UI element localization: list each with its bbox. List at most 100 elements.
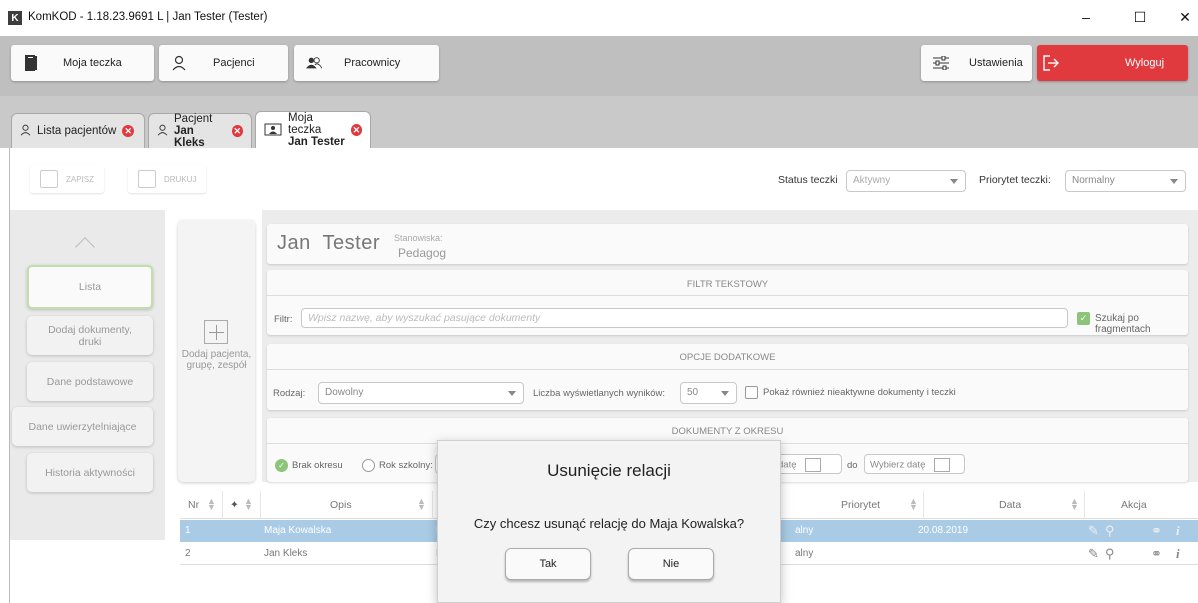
tab-lista-pacjentow[interactable]: Lista pacjentów ✕	[11, 113, 145, 148]
date-to-separator: do	[847, 460, 858, 471]
no-period-label: Brak okresu	[292, 460, 343, 471]
nav-moja-teczka-label: Moja teczka	[63, 57, 122, 69]
col-data[interactable]: Data	[999, 499, 1021, 511]
nav-ustawienia-label: Ustawienia	[969, 57, 1023, 69]
nav-ustawienia-button[interactable]: Ustawienia	[921, 45, 1032, 81]
tab-subtitle: Jan Tester	[288, 136, 345, 148]
cell-data: 20.08.2019	[918, 525, 969, 536]
school-year-label: Rok szkolny:	[379, 460, 433, 471]
tab-title: Moja teczka	[288, 112, 322, 136]
status-value: Aktywny	[853, 175, 891, 186]
sort-icon[interactable]: ▲ ▼	[1070, 497, 1079, 512]
sliders-icon	[933, 55, 949, 71]
people-icon	[306, 55, 322, 71]
type-select[interactable]: Dowolny	[318, 382, 524, 404]
print-label: DRUKUJ	[164, 174, 197, 184]
date-to-input[interactable]: Wybierz datę	[864, 454, 965, 474]
person-icon	[171, 55, 187, 71]
tab-close-icon[interactable]: ✕	[231, 125, 243, 137]
nav-pacjenci-button[interactable]: Pacjenci	[159, 45, 288, 81]
sidebar-item-dodaj-dokumenty[interactable]: Dodaj dokumenty, druki	[27, 316, 153, 355]
search-icon[interactable]: ⚲	[1105, 546, 1115, 562]
tab-close-icon[interactable]: ✕	[350, 124, 362, 136]
divider	[222, 491, 223, 519]
school-year-radio[interactable]	[362, 459, 375, 472]
plus-icon	[204, 320, 228, 344]
unlink-icon[interactable]: ⚭	[1151, 546, 1162, 562]
search-icon[interactable]: ⚲	[1105, 523, 1115, 539]
sidebar: Lista Dodaj dokumenty, druki Dane podsta…	[10, 210, 165, 540]
sort-icon[interactable]: ▲ ▼	[417, 497, 426, 512]
cell-nr: 2	[185, 548, 191, 559]
pin-icon[interactable]: ✦	[230, 499, 239, 511]
inactive-checkbox[interactable]	[745, 386, 758, 399]
dialog-title: Usunięcie relacji	[547, 461, 671, 480]
nav-moja-teczka-button[interactable]: Moja teczka	[11, 45, 154, 81]
sidebar-item-dane-uwierzytelniajace[interactable]: Dane uwierzytelniające	[12, 407, 153, 446]
filter-section-title: FILTR TEKSTOWY	[686, 279, 769, 290]
minimize-button[interactable]: –	[1071, 6, 1101, 28]
tab-close-icon[interactable]: ✕	[122, 125, 135, 137]
edit-icon[interactable]: ✎	[1088, 546, 1099, 562]
date-to-text: Wybierz datę	[870, 459, 926, 471]
date-from-input[interactable]: datę	[772, 454, 842, 474]
chevron-down-icon	[1170, 179, 1178, 184]
nav-pracownicy-button[interactable]: Pracownicy	[294, 45, 439, 81]
print-button[interactable]: DRUKUJ	[128, 165, 207, 193]
results-label: Liczba wyświetlanych wyników:	[533, 388, 665, 399]
col-opis[interactable]: Opis	[330, 499, 352, 511]
add-relation-button[interactable]: Dodaj pacjenta, grupę, zespół	[178, 220, 255, 482]
nav-pacjenci-label: Pacjenci	[213, 57, 255, 69]
chevron-down-icon	[721, 391, 729, 396]
results-select[interactable]: 50	[680, 382, 737, 404]
person-first-name: Jan	[277, 232, 311, 254]
period-section-title: DOKUMENTY Z OKRESU	[671, 426, 784, 437]
cell-opis: Jan Kleks	[264, 548, 308, 559]
no-button[interactable]: Nie	[628, 548, 714, 580]
tab-moja-teczka[interactable]: Moja teczka Jan Tester ✕	[255, 111, 371, 148]
options-panel: OPCJE DODATKOWE Rodzaj: Dowolny Liczba w…	[267, 344, 1188, 410]
tab-pacjent[interactable]: Pacjent Jan Kleks ✕	[148, 113, 252, 149]
cell-priorytet: alny	[795, 525, 814, 536]
inactive-label: Pokaż również nieaktywne dokumenty i tec…	[763, 387, 956, 398]
window-title: KomKOD - 1.18.23.9691 L | Jan Tester (Te…	[28, 11, 268, 23]
maximize-button[interactable]: ☐	[1125, 6, 1155, 28]
yes-button[interactable]: Tak	[505, 548, 591, 580]
info-icon[interactable]: i	[1176, 546, 1180, 562]
position-value: Pedagog	[398, 246, 447, 260]
status-select[interactable]: Aktywny	[846, 170, 966, 192]
sidebar-item-dane-podstawowe[interactable]: Dane podstawowe	[27, 362, 153, 401]
person-icon	[20, 124, 31, 139]
sort-icon[interactable]: ▲ ▼	[909, 497, 918, 512]
no-period-radio[interactable]: ✓	[275, 459, 288, 472]
sort-icon[interactable]: ▲ ▼	[244, 497, 253, 512]
options-section-title: OPCJE DODATKOWE	[679, 352, 776, 363]
fragments-checkbox[interactable]: ✓	[1077, 312, 1090, 325]
priority-select[interactable]: Normalny	[1065, 170, 1186, 192]
col-nr[interactable]: Nr	[188, 499, 199, 511]
chevron-down-icon	[950, 179, 958, 184]
priority-label: Priorytet teczki:	[979, 174, 1051, 186]
window-titlebar: K KomKOD - 1.18.23.9691 L | Jan Tester (…	[0, 0, 1198, 36]
sidebar-item-lista[interactable]: Lista	[27, 265, 153, 309]
add-relation-label: Dodaj pacjenta, grupę, zespół	[181, 349, 252, 371]
edit-icon[interactable]: ✎	[1088, 523, 1099, 539]
col-priorytet[interactable]: Priorytet	[841, 499, 880, 511]
cell-priorytet: alny	[795, 548, 814, 559]
sidebar-item-historia[interactable]: Historia aktywności	[27, 453, 153, 492]
position-label: Stanowiska:	[394, 233, 443, 243]
person-icon	[157, 124, 168, 139]
unlink-icon[interactable]: ⚭	[1151, 523, 1162, 539]
divider	[432, 491, 433, 519]
filter-input[interactable]: Wpisz nazwę, aby wyszukać pasujące dokum…	[301, 308, 1068, 328]
logout-button[interactable]: Wyloguj	[1037, 45, 1188, 81]
save-button[interactable]: ZAPISZ	[30, 165, 105, 193]
close-window-button[interactable]: ✕	[1170, 6, 1198, 28]
col-akcja: Akcja	[1121, 499, 1147, 511]
chevron-up-icon[interactable]	[75, 237, 95, 257]
info-icon[interactable]: i	[1176, 523, 1180, 539]
sort-icon[interactable]: ▲ ▼	[207, 497, 216, 512]
priority-value: Normalny	[1072, 175, 1115, 186]
tabs-bar: Lista pacjentów ✕ Pacjent Jan Kleks ✕ Mo…	[0, 96, 1198, 149]
filter-panel: FILTR TEKSTOWY Filtr: Wpisz nazwę, aby w…	[267, 270, 1188, 335]
